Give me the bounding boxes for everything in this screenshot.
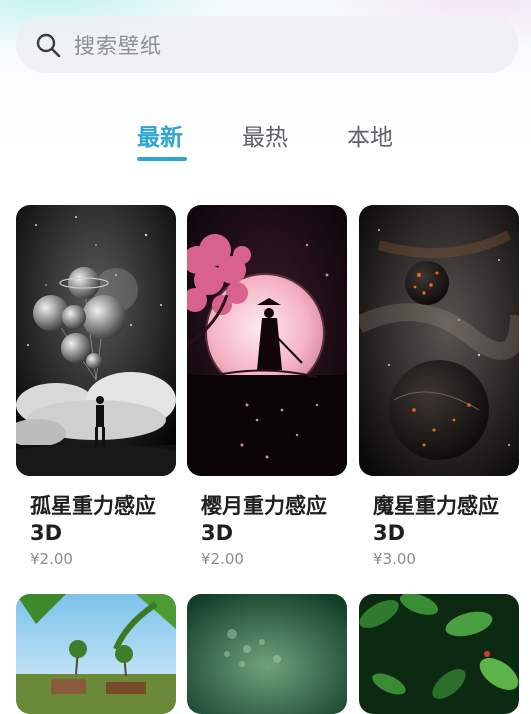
wallpaper-thumbnail[interactable] — [187, 205, 347, 476]
search-bar[interactable]: 搜索壁纸 — [16, 16, 518, 73]
tab-hottest[interactable]: 最热 — [242, 118, 288, 152]
wallpaper-thumbnail-leaves[interactable] — [359, 594, 519, 714]
wallpaper-title: 樱月重力感应3D — [201, 494, 327, 545]
wallpaper-card-magic-star[interactable]: 魔星重力感应3D ¥3.00 — [359, 205, 519, 575]
wallpaper-thumbnail[interactable] — [16, 205, 176, 476]
wallpaper-card-lone-star[interactable]: 孤星重力感应3D ¥2.00 — [16, 205, 176, 575]
search-icon — [36, 33, 61, 57]
wallpaper-card-sakura-moon[interactable]: 樱月重力感应3D ¥2.00 — [187, 205, 347, 575]
active-tab-indicator — [137, 157, 187, 161]
tab-local[interactable]: 本地 — [347, 118, 393, 152]
wallpaper-price: ¥2.00 — [201, 550, 244, 568]
wallpaper-price: ¥2.00 — [30, 550, 73, 568]
wallpaper-price: ¥3.00 — [373, 550, 416, 568]
category-tabs: 最新 最热 本地 — [0, 118, 531, 168]
wallpaper-title: 魔星重力感应3D — [373, 494, 499, 545]
wallpaper-title: 孤星重力感应3D — [30, 494, 156, 545]
tab-latest[interactable]: 最新 — [137, 118, 183, 152]
wallpaper-thumbnail-tropical[interactable] — [16, 594, 176, 714]
search-placeholder: 搜索壁纸 — [74, 33, 162, 58]
wallpaper-thumbnail[interactable] — [359, 205, 519, 476]
wallpaper-thumbnail-green-bokeh[interactable] — [187, 594, 347, 714]
